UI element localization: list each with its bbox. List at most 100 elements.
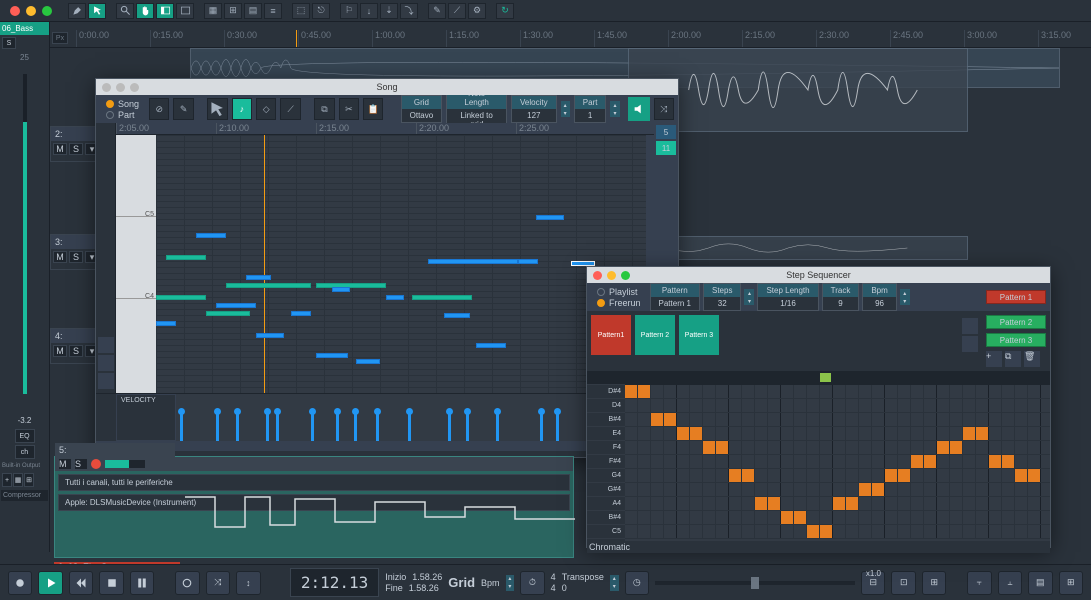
step-cell[interactable] (651, 497, 664, 510)
step-cell[interactable] (690, 497, 703, 510)
step-cell[interactable] (937, 385, 950, 398)
step-cell[interactable] (638, 455, 651, 468)
step-cell[interactable] (833, 413, 846, 426)
step-cell[interactable] (625, 427, 638, 440)
pr-tool-2[interactable] (98, 355, 114, 371)
step-cell[interactable] (768, 525, 781, 538)
step-cell[interactable] (781, 483, 794, 496)
part-stepper[interactable]: ▴▾ (610, 101, 619, 117)
step-cell[interactable] (1028, 385, 1041, 398)
step-cell[interactable] (664, 511, 677, 524)
track-solo[interactable]: S (69, 251, 83, 263)
step-cell[interactable] (885, 511, 898, 524)
step-cell[interactable] (976, 497, 989, 510)
ch-x[interactable]: ⊞ (24, 473, 34, 487)
step-cell[interactable] (963, 385, 976, 398)
step-cell[interactable] (794, 399, 807, 412)
marker-2[interactable]: ↓ (360, 3, 378, 19)
step-cell[interactable] (794, 497, 807, 510)
step-cell[interactable] (937, 441, 950, 454)
step-cell[interactable] (638, 469, 651, 482)
step-cell[interactable] (781, 469, 794, 482)
pattern-box-2[interactable]: Pattern 2 (635, 315, 675, 355)
step-cell[interactable] (703, 413, 716, 426)
step-cell[interactable] (911, 427, 924, 440)
step-cell[interactable] (729, 511, 742, 524)
step-cell[interactable] (742, 469, 755, 482)
step-cell[interactable] (924, 483, 937, 496)
song-max[interactable] (130, 83, 139, 92)
step-cell[interactable] (833, 399, 846, 412)
step-cell[interactable] (989, 497, 1002, 510)
channel-solo[interactable]: S (2, 37, 16, 49)
step-cell[interactable] (703, 441, 716, 454)
step-cell[interactable] (664, 427, 677, 440)
step-cell[interactable] (768, 469, 781, 482)
step-cell[interactable] (1015, 455, 1028, 468)
song-pointer[interactable] (207, 98, 227, 120)
refresh-icon[interactable]: ↻ (496, 3, 514, 19)
step-cell[interactable] (924, 427, 937, 440)
end-3[interactable]: ▤ (1028, 571, 1052, 595)
pr-tool-3[interactable] (98, 373, 114, 389)
step-cell[interactable] (625, 483, 638, 496)
step-cell[interactable] (781, 497, 794, 510)
step-cell[interactable] (872, 497, 885, 510)
step-cell[interactable] (924, 399, 937, 412)
step-cell[interactable] (742, 385, 755, 398)
step-cell[interactable] (690, 385, 703, 398)
step-note[interactable]: F4 (587, 441, 625, 455)
step-cell[interactable] (1028, 455, 1041, 468)
step-cell[interactable] (898, 385, 911, 398)
step-cell[interactable] (807, 441, 820, 454)
grid-value[interactable]: Ottavo (402, 109, 442, 122)
step-cell[interactable] (716, 413, 729, 426)
step-cell[interactable] (846, 525, 859, 538)
step-cell[interactable] (872, 441, 885, 454)
clip-solo[interactable]: S (75, 459, 87, 469)
ch-add[interactable]: + (2, 473, 12, 487)
record-button[interactable] (8, 571, 32, 595)
step-cell[interactable] (950, 497, 963, 510)
step-cell[interactable] (703, 427, 716, 440)
step-cell[interactable] (859, 483, 872, 496)
step-cell[interactable] (859, 385, 872, 398)
pattern-list-1[interactable]: Pattern 1 (986, 290, 1046, 304)
step-cell[interactable] (807, 497, 820, 510)
step-cell[interactable] (846, 385, 859, 398)
step-cell[interactable] (846, 441, 859, 454)
end-1[interactable]: ⫟ (967, 571, 991, 595)
step-cell[interactable] (638, 413, 651, 426)
pr-channel-5[interactable]: 5 (656, 125, 676, 139)
step-cell[interactable] (677, 483, 690, 496)
step-cell[interactable] (729, 469, 742, 482)
song-undo[interactable]: ⊘ (149, 98, 169, 120)
step-cell[interactable] (846, 497, 859, 510)
step-cell[interactable] (872, 483, 885, 496)
step-cell[interactable] (677, 399, 690, 412)
step-cell[interactable] (898, 413, 911, 426)
step-cell[interactable] (807, 427, 820, 440)
step-cell[interactable] (703, 469, 716, 482)
step-cell[interactable] (625, 525, 638, 538)
step-cell[interactable] (638, 483, 651, 496)
step-cell[interactable] (768, 511, 781, 524)
step-cell[interactable] (703, 385, 716, 398)
pause-button[interactable] (130, 571, 154, 595)
channel-eq[interactable]: EQ (15, 429, 35, 443)
step-cell[interactable] (677, 413, 690, 426)
step-cell[interactable] (963, 441, 976, 454)
metronome-icon[interactable]: ⏱ (520, 571, 544, 595)
step-cell[interactable] (911, 455, 924, 468)
step-cell[interactable] (898, 455, 911, 468)
step-cell[interactable] (794, 441, 807, 454)
step-cell[interactable] (937, 497, 950, 510)
step-cell[interactable] (976, 511, 989, 524)
piano-keyboard[interactable]: C5 C4 (116, 135, 156, 393)
step-cell[interactable] (1028, 441, 1041, 454)
step-cell[interactable] (703, 455, 716, 468)
step-cell[interactable] (651, 399, 664, 412)
transpose-stepper[interactable]: ▴▾ (610, 575, 619, 591)
step-cell[interactable] (885, 525, 898, 538)
step-cell[interactable] (924, 441, 937, 454)
